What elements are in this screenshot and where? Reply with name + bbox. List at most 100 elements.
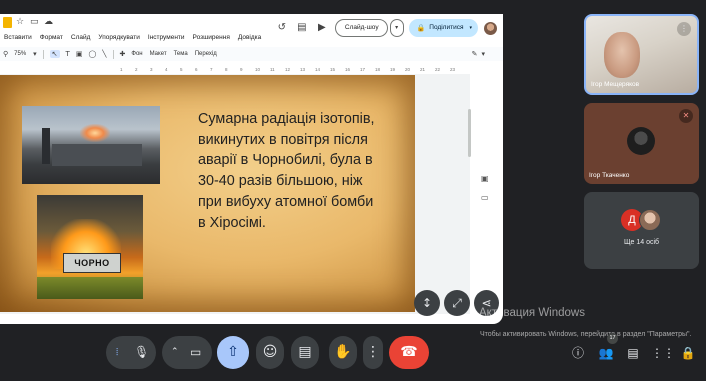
fullscreen-icon[interactable]: ⤢ xyxy=(444,290,470,316)
folder-icon[interactable]: ▭ xyxy=(30,17,39,27)
reactor-photo[interactable] xyxy=(22,106,160,184)
ruler-tick: 5 xyxy=(180,67,183,72)
line-icon[interactable]: ╲ xyxy=(102,50,106,58)
people-icon[interactable]: 👥 xyxy=(597,344,615,362)
avatar-stack: Д xyxy=(621,209,663,231)
slideshow-dropdown[interactable]: ▾ xyxy=(389,19,404,37)
leave-call-button[interactable]: ☎ xyxy=(389,336,429,369)
burning-sign-photo[interactable]: ЧОРНО xyxy=(37,195,143,299)
current-slide[interactable]: ЧОРНО Сумарна радіація ізотопів, викинут… xyxy=(0,75,415,312)
transition-button[interactable]: Перехід xyxy=(195,51,217,57)
microphone-control[interactable]: ⦙ 🎙 xyxy=(106,336,156,369)
menu-arrange[interactable]: Упорядкувати xyxy=(98,34,139,41)
meet-video-icon[interactable]: ▶ xyxy=(315,21,329,35)
toolbar-divider xyxy=(112,49,114,59)
text-box-icon[interactable]: T xyxy=(66,50,70,58)
captions-button[interactable]: ▤ xyxy=(291,336,319,369)
chevron-down-icon: ▾ xyxy=(33,50,37,58)
slideshow-button[interactable]: Слайд-шоу xyxy=(334,19,388,37)
image-icon[interactable]: ▣ xyxy=(76,50,83,58)
slides-logo xyxy=(3,16,12,28)
present-screen-button[interactable]: ⇧ xyxy=(217,336,249,369)
menu-bar: Вставити Формат Слайд Упорядкувати Інстр… xyxy=(0,30,269,44)
reactor-building xyxy=(52,144,142,166)
windows-activation-subtitle: Чтобы активировать Windows, перейдите в … xyxy=(480,331,692,338)
search-menus-icon[interactable]: ⚲ xyxy=(3,50,8,58)
keep-icon[interactable]: ▣ xyxy=(481,174,495,183)
ruler-tick: 6 xyxy=(195,67,198,72)
slide-text-line: 30-40 разів більшою, ніж xyxy=(198,173,363,190)
share-button[interactable]: 🔒 Поділитися ▾ xyxy=(408,19,478,37)
ruler-tick: 11 xyxy=(270,67,275,72)
chevron-up-icon[interactable]: ⌃ xyxy=(171,336,179,369)
activities-icon[interactable]: ⋮⋮ xyxy=(651,344,675,362)
star-icon[interactable]: ☆ xyxy=(16,17,25,27)
ruler-tick: 13 xyxy=(300,67,306,72)
vertical-scrollbar[interactable] xyxy=(468,109,471,157)
ruler-tick: 17 xyxy=(360,67,366,72)
history-icon[interactable]: ↺ xyxy=(275,21,289,35)
cloud-icon[interactable]: ☁ xyxy=(44,17,53,27)
ruler-tick: 3 xyxy=(150,67,153,72)
slide-text-box[interactable]: Сумарна радіація ізотопів, викинутих в п… xyxy=(198,109,408,233)
participant-name: Ігор Ткаченко xyxy=(589,172,630,179)
layout-button[interactable]: Макет xyxy=(150,51,167,57)
explosion-glow xyxy=(80,124,110,142)
ruler-tick: 19 xyxy=(390,67,396,72)
more-participants-label: Ще 14 осіб xyxy=(623,239,660,246)
select-cursor-icon[interactable]: ↖ xyxy=(49,50,60,58)
toolbar-divider xyxy=(42,49,44,59)
user-avatar[interactable] xyxy=(484,21,497,35)
mic-off-icon: ✕ xyxy=(679,109,693,123)
menu-help[interactable]: Довідка xyxy=(238,34,261,41)
emoji-button[interactable]: ☺ xyxy=(256,336,284,369)
microphone-icon: 🎙 xyxy=(134,345,150,359)
meet-call-window: ☆ ▭ ☁ Вставити Формат Слайд Упорядкувати… xyxy=(0,0,706,381)
chevron-down-icon: ▾ xyxy=(481,50,485,58)
ruler-tick: 1 xyxy=(120,67,123,72)
slide-text-line: при вибуху атомної бомби xyxy=(198,193,374,210)
ruler-tick: 22 xyxy=(435,67,441,72)
resize-vertical-icon[interactable]: ↕ xyxy=(414,290,440,316)
background-button[interactable]: Фон xyxy=(131,51,142,57)
slide-text-line: викинутих в повітря після xyxy=(198,131,368,148)
theme-button[interactable]: Тема xyxy=(174,51,188,57)
shape-icon[interactable]: ◯ xyxy=(88,50,96,58)
share-label: Поділитися xyxy=(429,24,464,31)
people-count-badge: 17 xyxy=(607,333,618,344)
menu-slide[interactable]: Слайд xyxy=(71,34,91,41)
side-panel: ▣ ▭ xyxy=(481,174,495,212)
host-controls-icon[interactable]: 🔒 xyxy=(679,344,697,362)
ruler-tick: 10 xyxy=(255,67,261,72)
raise-hand-button[interactable]: ✋ xyxy=(329,336,357,369)
avatar xyxy=(639,209,661,231)
reactor-stack xyxy=(42,128,50,164)
info-icon[interactable]: ⓘ xyxy=(569,344,587,362)
more-participants-tile[interactable]: Д Ще 14 осіб xyxy=(584,192,699,269)
explore-icon[interactable]: ▭ xyxy=(481,193,495,202)
comment-add-icon[interactable]: ✚ xyxy=(120,50,126,58)
audio-level-icon: ⦙ xyxy=(116,347,119,358)
zoom-select[interactable]: 75% xyxy=(14,51,26,57)
menu-insert[interactable]: Вставити xyxy=(4,34,32,41)
comments-icon[interactable]: ▤ xyxy=(295,21,309,35)
chat-icon[interactable]: ▤ xyxy=(624,344,642,362)
ruler-tick: 14 xyxy=(315,67,321,72)
participant-tile[interactable]: Ігор Мещеряков ⋮ xyxy=(584,14,699,95)
ruler-tick: 4 xyxy=(165,67,168,72)
ruler-tick: 8 xyxy=(225,67,228,72)
menu-format[interactable]: Формат xyxy=(40,34,63,41)
windows-activation-title: Активация Windows xyxy=(479,307,585,319)
ruler-tick: 16 xyxy=(345,67,351,72)
camera-control[interactable]: ⌃ ▭ xyxy=(162,336,212,369)
participant-tile[interactable]: Ігор Ткаченко ✕ xyxy=(584,103,699,184)
participant-name: Ігор Мещеряков xyxy=(591,81,640,88)
more-options-icon[interactable]: ⋮ xyxy=(677,22,691,36)
menu-extensions[interactable]: Розширення xyxy=(193,34,230,41)
city-sign: ЧОРНО xyxy=(63,253,121,273)
slide-text-line: Сумарна радіація ізотопів, xyxy=(198,111,375,127)
more-options-button[interactable]: ⋮ xyxy=(363,336,383,369)
menu-tools[interactable]: Інструменти xyxy=(148,34,185,41)
pen-mode-icon[interactable]: ✎ xyxy=(472,50,478,58)
participant-video xyxy=(604,32,640,78)
